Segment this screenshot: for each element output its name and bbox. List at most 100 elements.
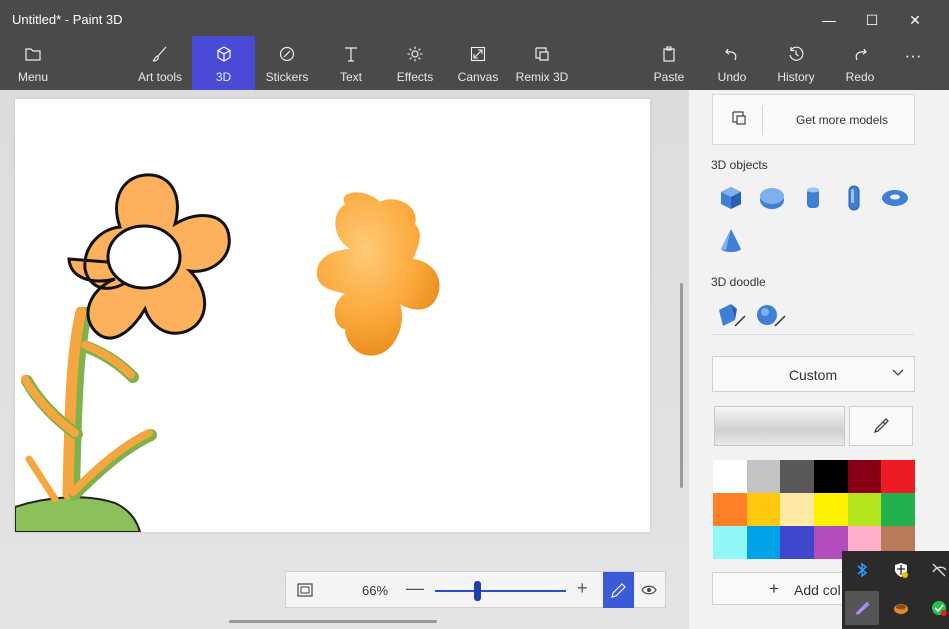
- close-icon: ✕: [909, 11, 921, 28]
- remix-icon: [731, 110, 747, 130]
- cylinder-shape-button[interactable]: [798, 183, 828, 213]
- palette-swatch[interactable]: [713, 460, 747, 493]
- security-shield-icon[interactable]: [884, 553, 918, 587]
- sticker-icon: [279, 46, 295, 66]
- chevron-down-icon: [892, 365, 904, 380]
- redo-icon: [852, 46, 868, 66]
- sharp-edge-doodle-button[interactable]: [715, 300, 746, 330]
- text-tab[interactable]: Text: [330, 36, 372, 90]
- undo-label: Undo: [717, 70, 747, 84]
- app-tray-icon[interactable]: [884, 591, 918, 625]
- leaf-right-lower: [69, 429, 153, 496]
- sphere-shape-button[interactable]: [757, 183, 787, 213]
- paste-button[interactable]: Paste: [650, 36, 688, 90]
- canvas-artwork: [15, 173, 440, 532]
- palette-swatch[interactable]: [746, 493, 781, 526]
- 3d-flower-object[interactable]: [316, 192, 440, 356]
- material-dropdown[interactable]: Custom: [712, 356, 915, 392]
- sync-status-icon[interactable]: [922, 591, 949, 625]
- fit-to-screen-button[interactable]: [294, 580, 316, 600]
- maximize-button[interactable]: ☐: [849, 0, 895, 40]
- main-toolbar: Menu Art tools 3D Stickers Text Effects: [0, 36, 949, 90]
- section-divider: [711, 334, 914, 335]
- color-palette: [713, 460, 915, 559]
- 3d-objects-heading: 3D objects: [711, 158, 768, 172]
- flower-center: [106, 224, 182, 290]
- brush-icon: [152, 46, 168, 66]
- palette-swatch[interactable]: [713, 493, 747, 526]
- more-button[interactable]: ···: [898, 36, 928, 90]
- leaf-right-upper: [81, 341, 135, 379]
- history-button[interactable]: History: [774, 36, 818, 90]
- zoom-out-button[interactable]: —: [406, 578, 424, 599]
- vertical-scrollbar[interactable]: [680, 283, 683, 488]
- cube-shape-button[interactable]: [716, 183, 746, 213]
- art-tools-tab[interactable]: Art tools: [132, 36, 188, 90]
- view-mode-button[interactable]: [638, 580, 660, 600]
- window-title: Untitled* - Paint 3D: [12, 12, 123, 27]
- zoom-in-button[interactable]: +: [577, 578, 588, 599]
- palette-swatch[interactable]: [813, 460, 848, 493]
- minimize-icon: —: [822, 12, 836, 28]
- zoom-slider-thumb[interactable]: [474, 581, 481, 601]
- canvas-tab[interactable]: Canvas: [455, 36, 501, 90]
- title-bar: Untitled* - Paint 3D — ☐ ✕: [0, 0, 949, 40]
- cube-icon: [216, 46, 232, 66]
- leaf-bottom: [25, 455, 59, 503]
- zoom-bar: 66% — +: [285, 571, 666, 608]
- art-tools-label: Art tools: [137, 70, 182, 84]
- redo-button[interactable]: Redo: [842, 36, 878, 90]
- close-button[interactable]: ✕: [892, 0, 938, 40]
- clipboard-icon: [661, 46, 677, 66]
- torus-shape-button[interactable]: [880, 183, 910, 213]
- zoom-slider-track[interactable]: [435, 590, 566, 592]
- horizontal-scrollbar[interactable]: [229, 620, 437, 623]
- get-more-models-label: Get more models: [796, 113, 889, 127]
- add-color-label: Add col: [794, 582, 841, 598]
- 3d-tab[interactable]: 3D: [192, 36, 255, 90]
- palette-swatch[interactable]: [713, 526, 747, 559]
- sharp-doodle-icon: [719, 304, 746, 327]
- palette-swatch[interactable]: [746, 526, 781, 559]
- eyedropper-button[interactable]: [849, 406, 913, 446]
- palette-swatch[interactable]: [780, 493, 814, 526]
- palette-swatch[interactable]: [780, 460, 814, 493]
- side-panel: Get more models 3D objects 3D doodle Cus…: [688, 90, 949, 629]
- menu-label: Menu: [17, 70, 49, 84]
- palette-swatch[interactable]: [813, 493, 848, 526]
- undo-button[interactable]: Undo: [714, 36, 750, 90]
- donut-icon: [882, 190, 908, 206]
- palette-swatch[interactable]: [847, 493, 882, 526]
- pen-mode-button[interactable]: [603, 572, 634, 608]
- stickers-tab[interactable]: Stickers: [262, 36, 312, 90]
- menu-button[interactable]: Menu: [8, 36, 58, 90]
- text-icon: [343, 46, 359, 66]
- palette-swatch[interactable]: [746, 460, 781, 493]
- get-more-models-button[interactable]: Get more models: [712, 94, 915, 145]
- minimize-button[interactable]: —: [806, 0, 852, 40]
- palette-swatch[interactable]: [847, 460, 882, 493]
- remix-3d-label: Remix 3D: [515, 70, 569, 84]
- remix-3d-tab[interactable]: Remix 3D: [513, 36, 571, 90]
- 3d-label: 3D: [215, 70, 232, 84]
- divider: [762, 106, 763, 135]
- drawing-canvas[interactable]: [15, 99, 650, 532]
- palette-swatch[interactable]: [780, 526, 814, 559]
- soft-doodle-icon: [757, 305, 786, 327]
- cone-shape-button[interactable]: [716, 226, 746, 256]
- current-color-swatch[interactable]: [714, 406, 845, 446]
- hemisphere-icon: [760, 188, 784, 209]
- soft-edge-doodle-button[interactable]: [755, 300, 786, 330]
- text-label: Text: [339, 70, 362, 84]
- effects-tab[interactable]: Effects: [390, 36, 440, 90]
- hill-shape: [15, 496, 142, 532]
- palette-swatch[interactable]: [881, 493, 915, 526]
- 3d-doodle-heading: 3D doodle: [711, 275, 766, 289]
- disconnected-icon[interactable]: [922, 553, 949, 587]
- redo-label: Redo: [845, 70, 875, 84]
- palette-swatch[interactable]: [881, 460, 915, 493]
- eyedropper-icon: [874, 418, 889, 433]
- bluetooth-icon[interactable]: [845, 553, 879, 587]
- capsule-shape-button[interactable]: [839, 183, 869, 213]
- pen-workspace-icon[interactable]: [845, 591, 879, 625]
